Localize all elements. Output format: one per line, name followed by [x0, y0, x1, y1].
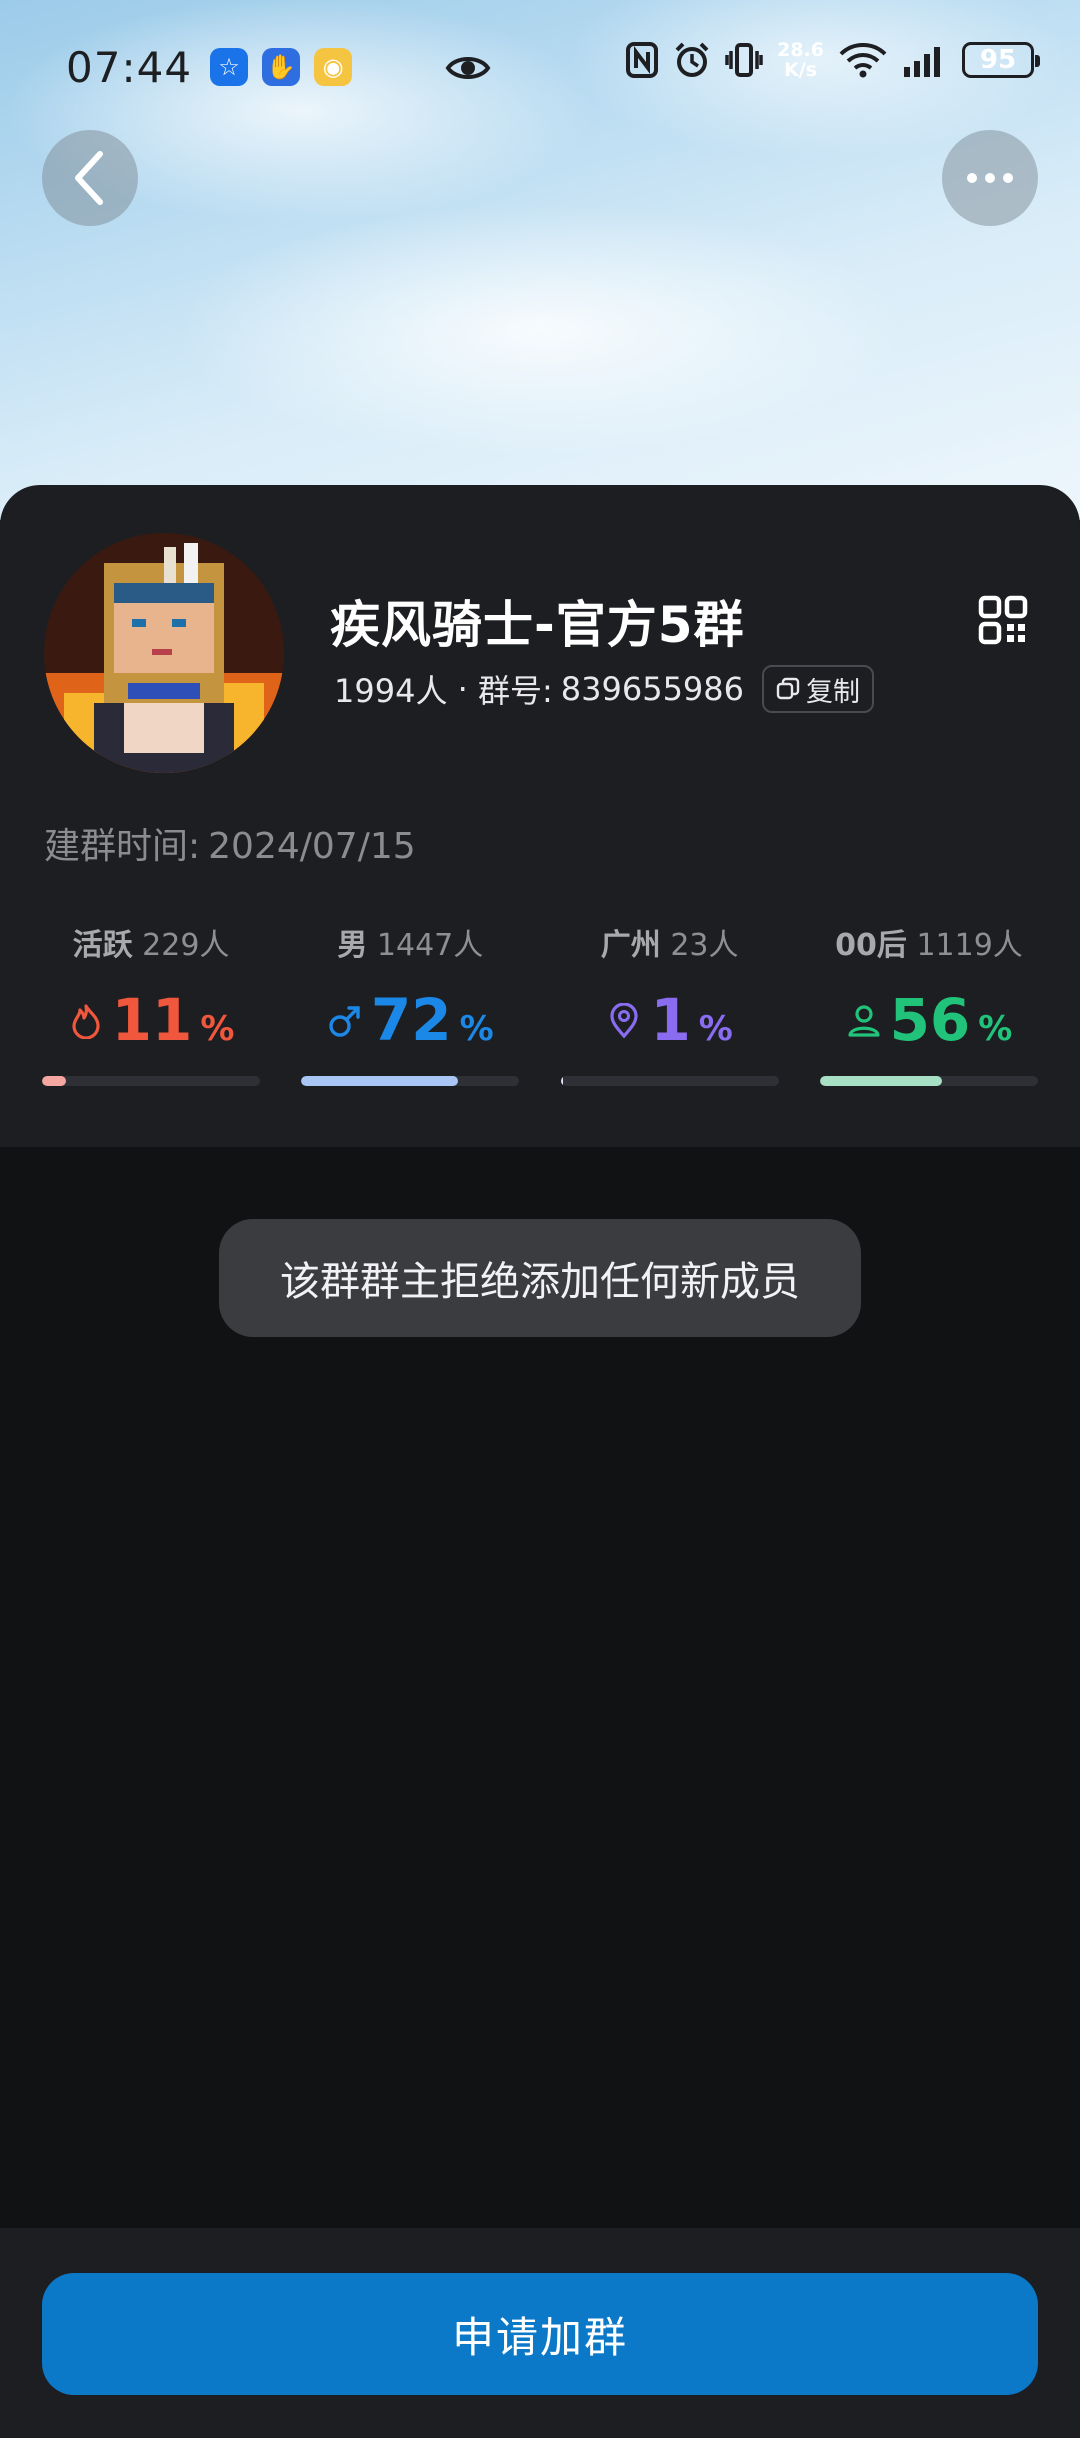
- battery-level: 95: [979, 45, 1017, 75]
- stat-label-name: 活跃: [72, 928, 133, 963]
- copy-label: 复制: [806, 676, 860, 708]
- stat-label-name: 男: [337, 928, 368, 963]
- stat-count: 1447人: [376, 928, 484, 963]
- stat-item: 广州 23人 1%: [560, 920, 779, 1086]
- network-speed: 28.6 K/s: [777, 40, 824, 80]
- stat-progress-fill: [42, 1076, 66, 1086]
- nfc-icon: [626, 42, 659, 78]
- stat-progress-fill: [560, 1076, 563, 1086]
- vibrate-icon: [725, 43, 763, 77]
- person-icon: [847, 1005, 880, 1037]
- stat-progress-bar: [560, 1076, 779, 1086]
- stat-item: 男 1447人 72%: [301, 920, 520, 1086]
- member-count: 1994人: [334, 672, 448, 710]
- stat-progress-fill: [819, 1076, 943, 1086]
- stat-percent-unit: %: [459, 1009, 494, 1049]
- more-options-button[interactable]: [942, 130, 1038, 226]
- stat-label: 男 1447人: [337, 920, 483, 964]
- system-status-icons: 28.6 K/s 95: [625, 40, 1040, 80]
- more-dots-icon: [967, 173, 1013, 183]
- stat-percent-number: 56: [889, 986, 971, 1054]
- stat-value: 1%: [606, 986, 733, 1056]
- stat-item: 00后 1119人 56%: [819, 920, 1038, 1086]
- stat-percent-number: 1: [650, 986, 691, 1054]
- stat-item: 活跃 229人 11%: [42, 920, 260, 1086]
- group-meta: 1994人 · 群号: 839655986 复制: [334, 665, 874, 713]
- flame-icon: [71, 1004, 100, 1039]
- stat-label-name: 广州: [600, 928, 661, 963]
- network-speed-unit: K/s: [784, 59, 818, 81]
- bottom-action-bar: 申请加群: [0, 2228, 1080, 2438]
- wifi-icon: [839, 43, 887, 78]
- stat-value: 72%: [327, 986, 494, 1056]
- stat-progress-bar: [819, 1076, 1038, 1086]
- group-avatar[interactable]: [44, 533, 284, 773]
- stat-label: 00后 1119人: [835, 920, 1023, 964]
- weibo-icon: ◉: [314, 48, 353, 86]
- member-stats: 活跃 229人 11% 男 1447人 72% 广州 23人 1% 00后 1119人 56%: [42, 920, 1038, 1086]
- pixel-character-avatar-image: [44, 533, 284, 773]
- chevron-left-icon: [75, 151, 103, 205]
- stat-count: 1119人: [916, 928, 1023, 963]
- stat-percent-number: 72: [370, 986, 452, 1054]
- hand-app-icon: ✋: [262, 48, 301, 86]
- stat-percent-unit: %: [200, 1009, 235, 1049]
- male-icon: [329, 1006, 360, 1037]
- stat-count: 229人: [142, 928, 230, 963]
- bulb-app-icon: ☆: [210, 48, 249, 86]
- battery-indicator: 95: [962, 42, 1040, 78]
- network-speed-value: 28.6: [777, 39, 824, 61]
- location-pin-icon: [610, 1003, 639, 1039]
- signal-icon: [904, 47, 940, 77]
- status-time: 07:44: [66, 42, 193, 92]
- alarm-icon: [675, 42, 709, 77]
- stat-value: 11%: [68, 986, 235, 1056]
- back-button[interactable]: [42, 130, 138, 226]
- group-id-value: 839655986: [560, 670, 744, 708]
- qr-code-icon[interactable]: [978, 595, 1028, 645]
- created-date: 建群时间: 2024/07/15: [44, 817, 416, 869]
- stat-percent-number: 11: [111, 986, 193, 1054]
- eye-icon: [445, 57, 491, 79]
- copy-icon: [776, 677, 800, 700]
- stat-label: 广州 23人: [601, 920, 739, 964]
- meta-separator: ·: [447, 670, 478, 708]
- group-info-card: 疾风骑士-官方5群 1994人 · 群号: 839655986 复制 建群时间:…: [0, 485, 1080, 1147]
- copy-button[interactable]: 复制: [762, 665, 874, 713]
- stat-value: 56%: [846, 986, 1013, 1056]
- stat-progress-bar: [301, 1076, 520, 1086]
- created-value: 2024/07/15: [208, 826, 416, 867]
- notification-icons: ☆ ✋ ◉: [210, 48, 353, 86]
- stat-percent-unit: %: [978, 1009, 1013, 1049]
- group-name: 疾风骑士-官方5群: [330, 596, 745, 654]
- group-id-label: 群号:: [477, 672, 553, 710]
- toast-message: 该群群主拒绝添加任何新成员: [219, 1219, 861, 1337]
- stat-label: 活跃 229人: [73, 920, 230, 964]
- created-label: 建群时间:: [44, 826, 201, 867]
- stat-progress-bar: [42, 1076, 260, 1086]
- stat-label-name: 00后: [835, 928, 907, 963]
- stat-count: 23人: [670, 928, 739, 963]
- stat-percent-unit: %: [698, 1009, 733, 1049]
- apply-join-button[interactable]: 申请加群: [42, 2273, 1038, 2395]
- stat-progress-fill: [301, 1076, 459, 1086]
